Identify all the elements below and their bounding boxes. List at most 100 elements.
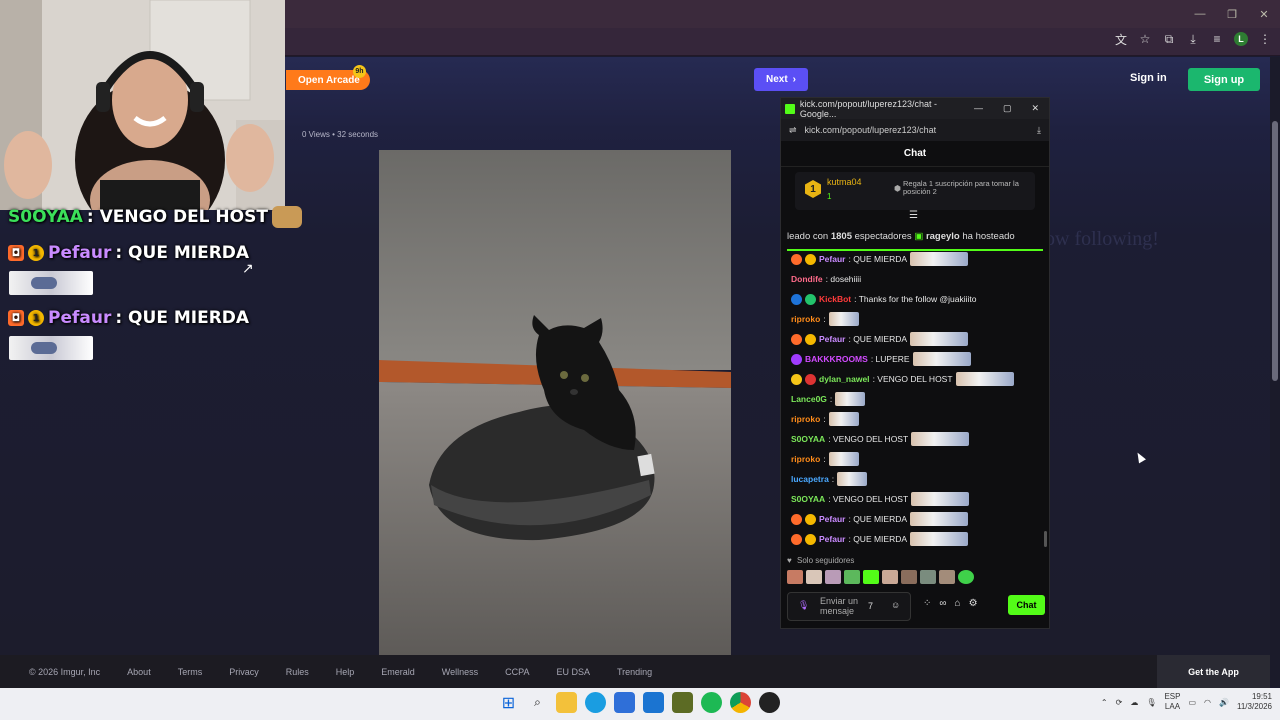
chat-username[interactable]: riproko: [791, 314, 820, 324]
sync-icon[interactable]: ⟳: [1116, 698, 1123, 707]
quick-emote[interactable]: [844, 570, 860, 584]
chat-header: Chat: [781, 141, 1049, 167]
quick-emote[interactable]: [863, 570, 879, 584]
obs-icon[interactable]: [759, 692, 780, 713]
chat-message: riproko:: [791, 311, 859, 327]
site-info-icon[interactable]: ⇌: [789, 125, 797, 136]
users-icon[interactable]: ⁘: [923, 598, 931, 609]
rank-badge-icon: 1: [805, 180, 821, 198]
chat-username[interactable]: riproko: [791, 414, 820, 424]
chat-username[interactable]: Dondife: [791, 274, 823, 284]
footer-link-wellness[interactable]: Wellness: [442, 667, 478, 677]
chat-username[interactable]: Lance0G: [791, 394, 827, 404]
popout-url-bar[interactable]: ⇌ kick.com/popout/luperez123/chat ⤓: [781, 119, 1049, 141]
extensions-icon[interactable]: ⧉: [1162, 32, 1176, 46]
footer-link-trending[interactable]: Trending: [617, 667, 652, 677]
profile-avatar[interactable]: L: [1234, 32, 1248, 46]
close-icon[interactable]: ✕: [1248, 0, 1280, 28]
footer-link-privacy[interactable]: Privacy: [229, 667, 259, 677]
chat-username[interactable]: Pefaur: [819, 254, 845, 264]
windows-start-icon[interactable]: ⊞: [498, 692, 519, 713]
chat-scrollbar[interactable]: [1044, 531, 1047, 547]
lang-bottom: LAA: [1164, 702, 1181, 712]
settings-icon[interactable]: ⚙: [969, 598, 978, 609]
footer-link-ccpa[interactable]: CCPA: [505, 667, 529, 677]
clock[interactable]: 19:51 11/3/2026: [1237, 692, 1272, 713]
footer-link-help[interactable]: Help: [336, 667, 355, 677]
window-controls: — ❐ ✕: [1184, 0, 1280, 28]
chat-username[interactable]: Pefaur: [819, 334, 845, 344]
overlay-chat-line: ◘ 1 Pefaur : QUE MIERDA: [8, 243, 249, 263]
network-cloud-icon[interactable]: ☁: [1130, 698, 1138, 707]
mic-icon[interactable]: 🎙: [798, 600, 809, 611]
edge-icon[interactable]: [585, 692, 606, 713]
sign-up-button[interactable]: Sign up: [1188, 68, 1260, 91]
quick-emote[interactable]: [787, 570, 803, 584]
chat-username[interactable]: BAKKKROOMS: [805, 354, 868, 364]
post-image[interactable]: [379, 150, 731, 655]
translate-icon[interactable]: 文: [1114, 32, 1128, 47]
footer-link-emerald[interactable]: Emerald: [381, 667, 415, 677]
next-button[interactable]: Next ›: [754, 68, 808, 91]
pinned-gift-leader[interactable]: 1 kutma04 1 ⬢ Regala 1 suscripción para …: [795, 172, 1035, 210]
chat-username[interactable]: riproko: [791, 454, 820, 464]
chat-input[interactable]: 🎙 Enviar un mensaje 7 ☺: [787, 592, 911, 621]
mic-tray-icon[interactable]: 🎙: [1146, 698, 1156, 707]
spotify-icon[interactable]: [701, 692, 722, 713]
footer-link-terms[interactable]: Terms: [178, 667, 203, 677]
sign-in-link[interactable]: Sign in: [1130, 72, 1167, 84]
file-explorer-icon[interactable]: [556, 692, 577, 713]
quick-emote[interactable]: [882, 570, 898, 584]
star-icon[interactable]: ☆: [1138, 32, 1152, 46]
filter-icon[interactable]: ☰: [909, 210, 918, 221]
chat-username[interactable]: lucapetra: [791, 474, 829, 484]
chat-emote: [828, 412, 859, 426]
outlook-icon[interactable]: [643, 692, 664, 713]
popout-close-icon[interactable]: ✕: [1031, 103, 1039, 114]
game-app-icon[interactable]: [672, 692, 693, 713]
share-arrow-icon[interactable]: ↗: [242, 260, 254, 277]
infinity-icon[interactable]: ∞: [939, 598, 946, 609]
chat-username[interactable]: dylan_nawel: [819, 374, 870, 384]
chat-username[interactable]: Pefaur: [819, 534, 845, 544]
quick-emote[interactable]: [958, 570, 974, 584]
quick-emote[interactable]: [825, 570, 841, 584]
get-the-app-button[interactable]: Get the App: [1157, 655, 1270, 688]
footer-link-eu-dsa[interactable]: EU DSA: [556, 667, 590, 677]
chat-message: BAKKKROOMS: LUPERE: [791, 351, 971, 367]
download-icon[interactable]: ⤓: [1186, 32, 1200, 46]
display-icon[interactable]: ▭: [1188, 698, 1196, 707]
scrollbar-thumb[interactable]: [1272, 121, 1278, 381]
quick-emote[interactable]: [920, 570, 936, 584]
popout-download-icon[interactable]: ⤓: [1037, 125, 1049, 136]
send-chat-button[interactable]: Chat: [1008, 595, 1045, 615]
chat-username[interactable]: S0OYAA: [791, 494, 825, 504]
chat-username[interactable]: S0OYAA: [791, 434, 825, 444]
volume-icon[interactable]: 🔊: [1219, 698, 1229, 707]
chat-username[interactable]: KickBot: [819, 294, 851, 304]
store-app-icon[interactable]: [614, 692, 635, 713]
quick-emote[interactable]: [939, 570, 955, 584]
media-control-icon[interactable]: ≡: [1210, 32, 1224, 46]
footer-link-about[interactable]: About: [127, 667, 151, 677]
footer-link-rules[interactable]: Rules: [286, 667, 309, 677]
smile-icon[interactable]: ☺: [891, 600, 900, 610]
store-icon[interactable]: ⌂: [955, 598, 961, 609]
chat-text: : QUE MIERDA: [848, 534, 908, 544]
minimize-icon[interactable]: —: [1184, 0, 1216, 28]
emote-picker-icon[interactable]: 7: [868, 601, 873, 611]
chrome-icon[interactable]: [730, 692, 751, 713]
tray-chevron-icon[interactable]: ⌃: [1101, 698, 1108, 707]
popout-maximize-icon[interactable]: ▢: [1003, 103, 1012, 114]
maximize-icon[interactable]: ❐: [1216, 0, 1248, 28]
menu-icon[interactable]: ⋮: [1258, 32, 1272, 46]
wifi-icon[interactable]: ◠: [1204, 698, 1211, 707]
chat-username[interactable]: Pefaur: [819, 514, 845, 524]
page-scrollbar[interactable]: [1270, 57, 1280, 687]
search-icon[interactable]: ⌕: [527, 692, 548, 713]
taskbar-apps: ⊞ ⌕: [498, 692, 780, 713]
popout-minimize-icon[interactable]: —: [974, 103, 983, 114]
language-indicator[interactable]: ESP LAA: [1164, 692, 1180, 713]
quick-emote[interactable]: [901, 570, 917, 584]
quick-emote[interactable]: [806, 570, 822, 584]
